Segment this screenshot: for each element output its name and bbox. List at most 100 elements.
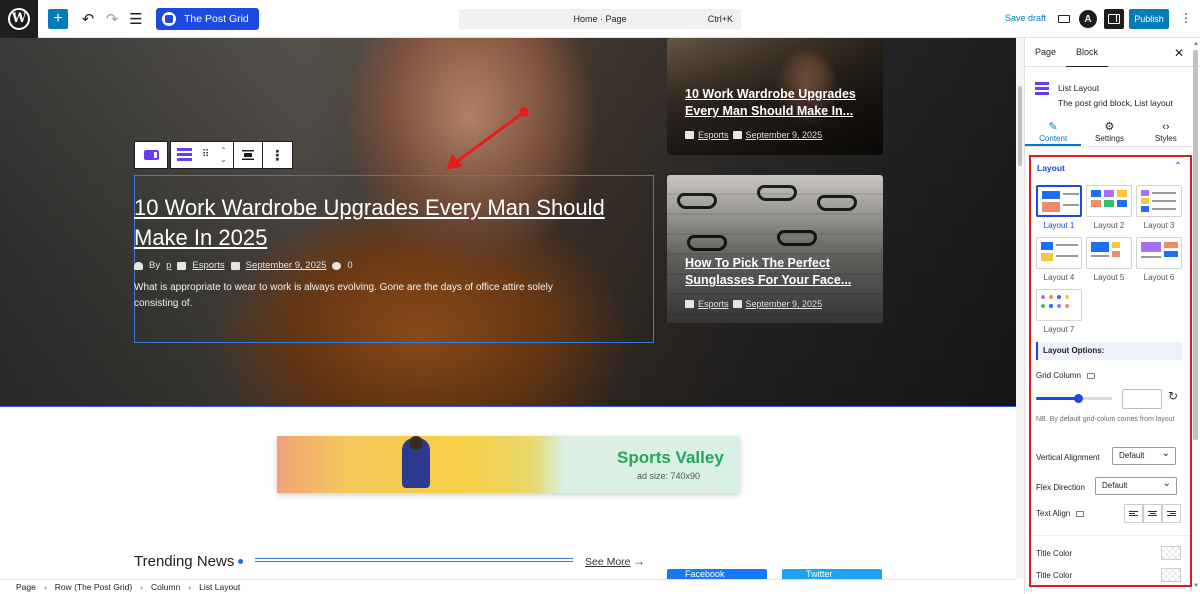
align-left-icon[interactable] — [1124, 504, 1143, 523]
runner-image — [402, 436, 430, 488]
flex-direction-label: Flex Direction — [1036, 483, 1085, 492]
author-icon — [134, 261, 143, 270]
ad-banner[interactable]: Sports Valley ad size: 740x90 — [277, 436, 740, 493]
facebook-button[interactable]: Facebook — [667, 569, 767, 579]
desktop-device-icon[interactable] — [1076, 510, 1085, 517]
tab-content[interactable]: ✎ Content — [1025, 117, 1082, 146]
options-kebab-icon[interactable]: ⋮ — [1180, 11, 1192, 25]
post-grid-logo-icon — [162, 11, 176, 26]
chevron-right-icon: › — [188, 582, 192, 592]
tab-settings[interactable]: ⚙ Settings — [1081, 117, 1137, 146]
redo-icon[interactable]: ↷ — [100, 5, 124, 33]
pencil-icon: ✎ — [1048, 121, 1058, 133]
side-post-meta-2: Esports September 9, 2025 — [685, 299, 822, 309]
breadcrumb-page[interactable]: Page — [16, 582, 36, 592]
save-draft-button[interactable]: Save draft — [1005, 13, 1046, 23]
breadcrumb-row[interactable]: Row (The Post Grid) — [55, 582, 132, 592]
tab-styles[interactable]: ‹› Styles — [1138, 117, 1194, 146]
hero-post-meta: By p Esports September 9, 2025 0 — [134, 260, 353, 271]
trending-title: Trending News — [134, 553, 235, 570]
layout-options-heading: Layout Options: — [1036, 342, 1182, 360]
close-icon[interactable]: ✕ — [1174, 46, 1184, 60]
tab-page[interactable]: Page — [1025, 38, 1066, 67]
title-color-swatch[interactable] — [1161, 546, 1181, 560]
see-more-link[interactable]: See More — [585, 556, 631, 568]
desktop-preview-icon[interactable] — [1055, 10, 1073, 28]
layout-option-2[interactable]: Layout 2 — [1086, 185, 1132, 230]
twitter-button[interactable]: Twitter — [782, 569, 882, 579]
folder-icon — [685, 300, 694, 308]
settings-sidebar: Page Block ✕ List Layout The post grid b… — [1024, 38, 1200, 594]
desktop-device-icon[interactable] — [1086, 372, 1095, 379]
meta-category-link[interactable]: Esports — [192, 260, 224, 271]
text-align-label: Text Align — [1036, 509, 1085, 518]
align-center-icon[interactable] — [1143, 504, 1162, 523]
block-sub-tabs: ✎ Content ⚙ Settings ‹› Styles — [1025, 117, 1194, 147]
layout-option-4[interactable]: Layout 4 — [1036, 237, 1082, 282]
divider — [1031, 535, 1190, 536]
post-grid-plugin-button[interactable]: The Post Grid — [156, 7, 259, 30]
side-post-category-2[interactable]: Esports — [698, 299, 729, 309]
breadcrumb-column[interactable]: Column — [151, 582, 180, 592]
side-post-title-2[interactable]: How To Pick The Perfect Sunglasses For Y… — [685, 255, 875, 289]
meta-author-link[interactable]: p — [166, 260, 171, 271]
block-inserter-button[interactable]: + — [48, 8, 68, 29]
chevron-right-icon: › — [140, 582, 144, 592]
heading-divider — [255, 558, 573, 562]
vertical-alignment-select[interactable]: Default — [1112, 446, 1176, 465]
gear-icon: ⚙ — [1104, 121, 1115, 133]
wordpress-icon: W — [8, 7, 30, 30]
layout-option-3[interactable]: Layout 3 — [1136, 185, 1182, 230]
document-overview-icon[interactable]: ☰ — [124, 5, 148, 33]
comment-icon — [332, 261, 342, 270]
wordpress-logo-button[interactable]: W — [0, 0, 38, 38]
title-color-swatch-2[interactable] — [1161, 568, 1181, 582]
block-card-description: The post grid block, List layout — [1058, 98, 1173, 108]
grid-column-input[interactable] — [1122, 389, 1162, 409]
ad-title: Sports Valley — [617, 448, 724, 467]
calendar-icon — [732, 300, 742, 308]
scroll-down-icon[interactable]: ▼ — [1193, 583, 1199, 589]
reset-icon[interactable]: ↻ — [1168, 389, 1178, 403]
title-color-label-2: Title Color — [1036, 571, 1073, 580]
layout-option-1[interactable]: Layout 1 — [1036, 185, 1082, 230]
tab-block[interactable]: Block — [1066, 38, 1109, 67]
command-shortcut: Ctrl+K — [707, 14, 733, 24]
editor-canvas: ⠿ ⌃ ⌄ ⋮ 10 Work Wardrobe Upgrades Every M… — [0, 38, 1016, 579]
arrow-right-icon[interactable]: → — [633, 554, 645, 568]
heading-dot-icon — [238, 559, 244, 564]
flex-direction-select[interactable]: Default — [1095, 476, 1177, 495]
grid-column-slider[interactable] — [1036, 394, 1112, 403]
undo-icon[interactable]: ↶ — [76, 5, 100, 33]
layout-option-7[interactable]: Layout 7 — [1036, 289, 1082, 334]
grid-column-label: Grid Column — [1036, 371, 1095, 380]
chevron-up-icon[interactable]: ⌃ — [1174, 161, 1182, 172]
grid-column-note: NB. By default grid-colum comes from lay… — [1036, 416, 1175, 423]
scroll-up-icon[interactable]: ▲ — [1193, 41, 1199, 47]
title-color-label: Title Color — [1036, 549, 1073, 558]
layout-section-title[interactable]: Layout — [1037, 163, 1065, 173]
calendar-icon — [230, 261, 240, 270]
publish-button[interactable]: Publish — [1129, 9, 1169, 29]
code-icon: ‹› — [1162, 121, 1170, 133]
layout-settings-panel: Layout ⌃ Layout 1 Layout 2 Layout 3 Layo… — [1029, 155, 1192, 587]
settings-panel-toggle-icon[interactable] — [1104, 9, 1124, 29]
vertical-alignment-label: Vertical Alignment — [1036, 453, 1100, 462]
canvas-scrollbar[interactable] — [1016, 38, 1024, 579]
astra-settings-icon[interactable]: A — [1079, 10, 1097, 28]
hero-post-excerpt: What is appropriate to wear to work is a… — [134, 282, 553, 309]
sidebar-scrollbar[interactable] — [1193, 50, 1198, 440]
command-palette-button[interactable]: Home · Page Ctrl+K — [459, 9, 741, 29]
row-selection-line — [0, 406, 1016, 407]
breadcrumb-list-layout[interactable]: List Layout — [199, 582, 240, 592]
annotation-arrow — [446, 107, 529, 170]
align-right-icon[interactable] — [1162, 504, 1181, 523]
trending-heading: Trending News — [134, 553, 244, 570]
layout-option-5[interactable]: Layout 5 — [1086, 237, 1132, 282]
side-post-date-2[interactable]: September 9, 2025 — [746, 299, 823, 309]
slider-handle[interactable] — [1074, 394, 1083, 403]
layout-option-6[interactable]: Layout 6 — [1136, 237, 1182, 282]
meta-date-link[interactable]: September 9, 2025 — [246, 260, 327, 271]
ad-size: ad size: 740x90 — [637, 471, 701, 481]
block-card-title: List Layout — [1058, 83, 1100, 93]
